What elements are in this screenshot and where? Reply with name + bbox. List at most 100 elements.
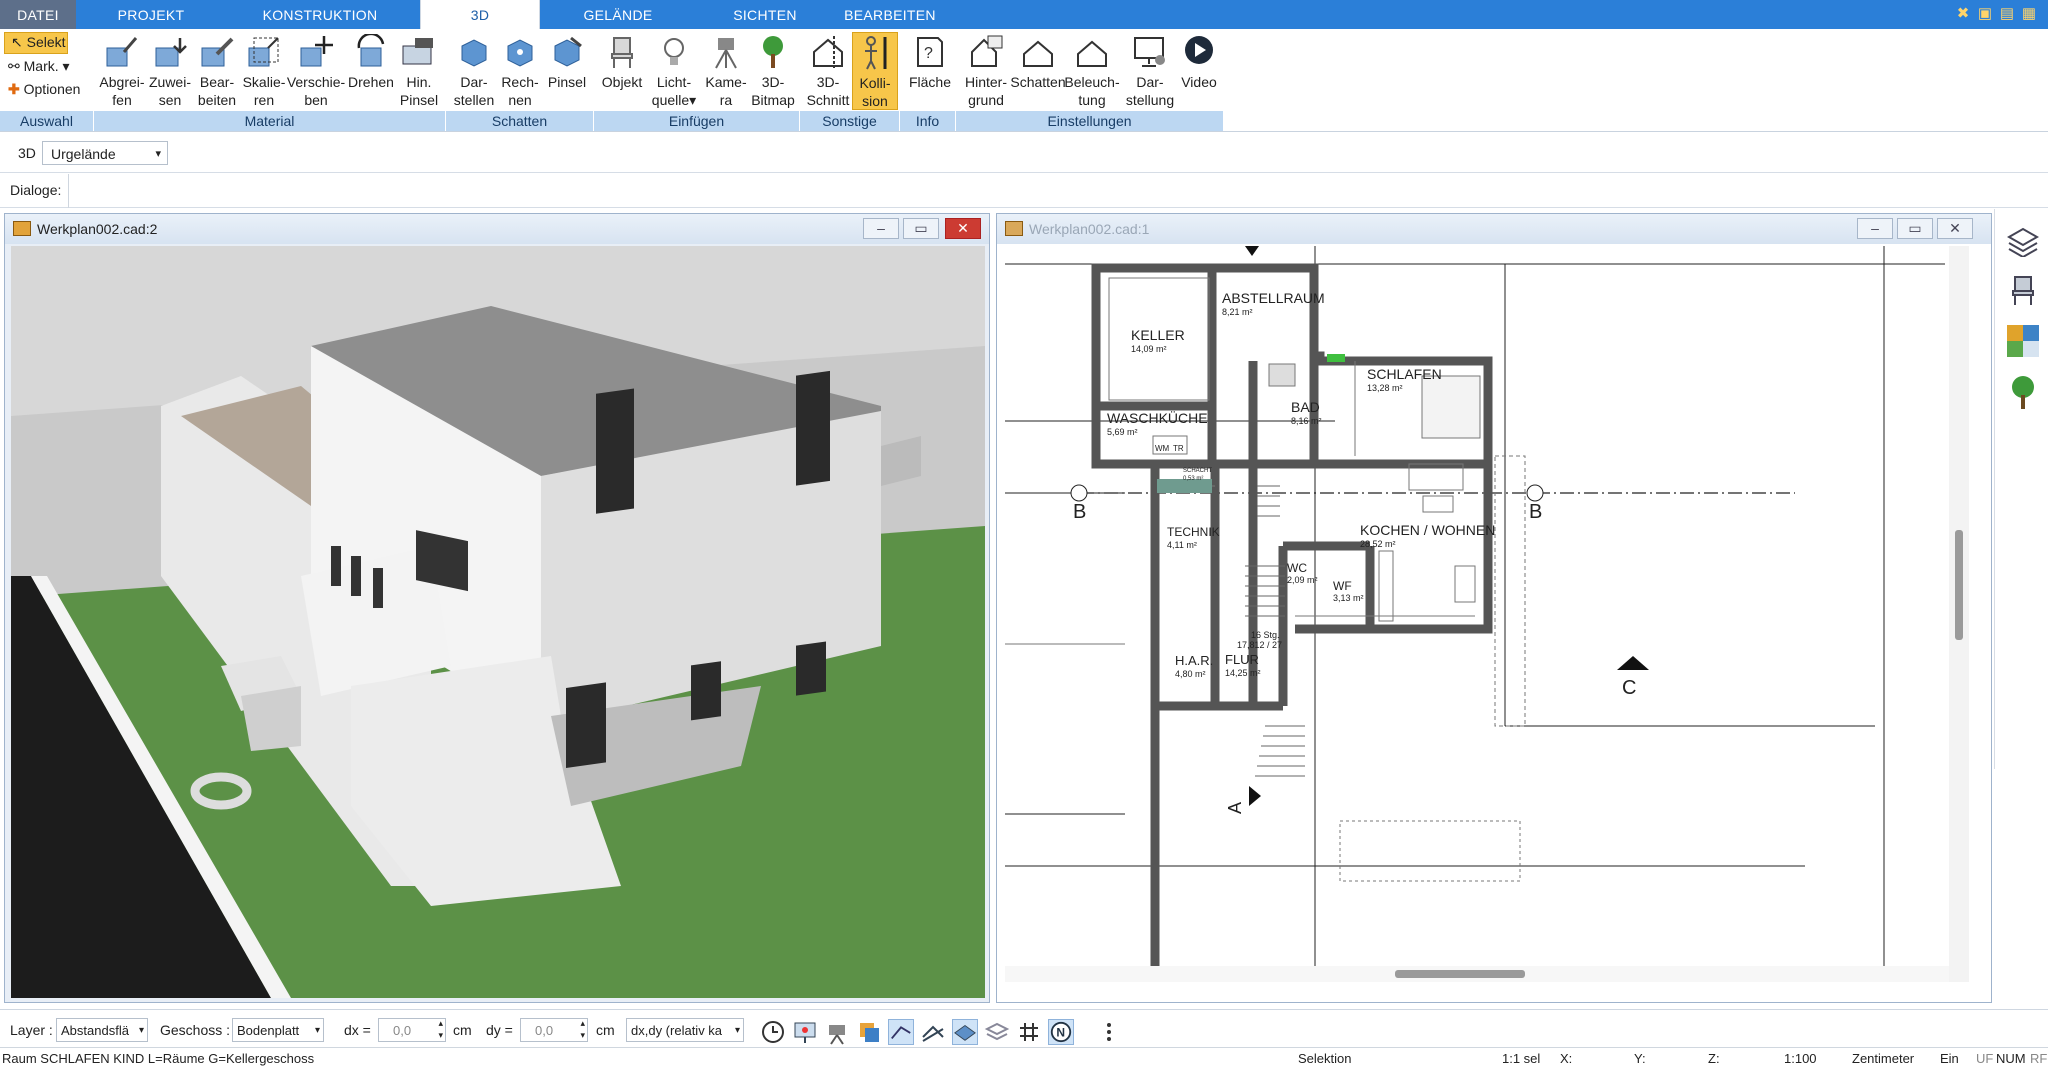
minimize-button[interactable]: – [1857, 218, 1893, 239]
window-titlebar[interactable]: Werkplan002.cad:2 [5, 214, 989, 244]
mark-label: Mark. [23, 58, 59, 74]
tab-3d[interactable]: 3D [420, 0, 540, 29]
coord-mode-dropdown[interactable]: dx,dy (relativ ka ▾ [626, 1018, 744, 1042]
minimize-button[interactable]: – [863, 218, 899, 239]
tab-datei[interactable]: DATEI [0, 0, 76, 29]
status-info: Raum SCHLAFEN KIND L=Räume G=Kellergesch… [2, 1051, 315, 1066]
label-line1: Zuwei- [148, 74, 191, 90]
materials-icon[interactable] [2007, 325, 2039, 357]
chair-icon[interactable] [2009, 275, 2037, 305]
label-line1: Pinsel [547, 74, 587, 90]
schatten-settings-button[interactable]: Schatten [1010, 32, 1066, 110]
snap-angle-icon[interactable] [920, 1019, 946, 1045]
zuweisen-button[interactable]: Zuwei-sen [146, 32, 194, 110]
window-titlebar[interactable]: Werkplan002.cad:1 [997, 214, 1991, 244]
window [796, 641, 826, 696]
objekt-button[interactable]: Objekt [598, 32, 646, 110]
status-num: NUM [1996, 1051, 2026, 1066]
drehen-button[interactable]: Drehen [346, 32, 396, 110]
verschieben-button[interactable]: Verschie-ben [286, 32, 346, 110]
dy-value: 0,0 [535, 1023, 554, 1038]
room-name: BAD [1291, 399, 1320, 415]
kollision-button[interactable]: Kolli-sion [852, 32, 898, 110]
tab-gelaende[interactable]: GELÄNDE [560, 0, 676, 29]
abgreifen-button[interactable]: Abgrei-fen [96, 32, 148, 110]
hin-pinsel-button[interactable]: Hin. Pinsel [396, 32, 442, 110]
dx-input[interactable]: 0,0 ▴ ▾ [378, 1018, 446, 1042]
tools-icon[interactable]: ✖ [1954, 5, 1972, 23]
stepper-icon[interactable]: ▴ ▾ [438, 1017, 443, 1041]
optionen-button[interactable]: ✚ Optionen [8, 80, 80, 98]
skalieren-button[interactable]: Skalie-ren [240, 32, 288, 110]
flaeche-button[interactable]: ? Fläche [906, 32, 954, 110]
window-title: Werkplan002.cad:2 [37, 221, 158, 237]
group-sonstige: Sonstige [800, 111, 900, 131]
tab-projekt[interactable]: PROJEKT [90, 0, 212, 29]
presentation-icon[interactable] [792, 1019, 818, 1045]
play-icon [1185, 36, 1213, 64]
close-icon[interactable]: ▦ [2020, 5, 2038, 23]
window-floor-plan[interactable]: Werkplan002.cad:1 – ▭ ✕ ABSTELLRAUM 8,21… [996, 213, 1992, 1003]
window-3d-view[interactable]: Werkplan002.cad:2 – ▭ ✕ [4, 213, 990, 1003]
close-button[interactable]: ✕ [945, 218, 981, 239]
group-info: Info [900, 111, 956, 131]
snap-line-icon[interactable] [888, 1019, 914, 1045]
darstellen-button[interactable]: Dar-stellen [450, 32, 498, 110]
wm-label: WM [1155, 444, 1170, 453]
maximize-button[interactable]: ▭ [903, 218, 939, 239]
tab-bearbeiten[interactable]: BEARBEITEN [838, 0, 942, 29]
label-line1: Drehen [348, 74, 394, 90]
3d-bitmap-button[interactable]: 3D- Bitmap [748, 32, 798, 110]
svg-text:N: N [1056, 1026, 1065, 1040]
3d-schnitt-button[interactable]: 3D- Schnitt [804, 32, 852, 110]
plan-canvas[interactable]: ABSTELLRAUM 8,21 m² KELLER 14,09 m² SCHL… [1005, 246, 1969, 982]
kamera-button[interactable]: Kame-ra [702, 32, 750, 110]
minimize-icon[interactable]: ▣ [1976, 5, 1994, 23]
dy-input[interactable]: 0,0 ▴ ▾ [520, 1018, 588, 1042]
more-icon[interactable] [1096, 1019, 1122, 1045]
darstellung-button[interactable]: Dar-stellung [1120, 32, 1180, 110]
rechnen-button[interactable]: Rech-nen [498, 32, 542, 110]
object-props-icon[interactable] [856, 1019, 882, 1045]
grid-icon[interactable] [1016, 1019, 1042, 1045]
room-area: 2,09 m² [1287, 575, 1318, 585]
video-button[interactable]: Video [1176, 32, 1222, 110]
restore-icon[interactable]: ▤ [1998, 5, 2016, 23]
label-line2: stellen [453, 92, 495, 108]
status-uf: UF [1976, 1051, 1994, 1066]
schatten-pinsel-button[interactable]: Pinsel [544, 32, 590, 110]
chevron-down-icon: ▾ [734, 1025, 740, 1036]
bearbeiten-button[interactable]: Bear-beiten [192, 32, 242, 110]
clock-icon[interactable] [760, 1019, 786, 1045]
vertical-scroll-thumb[interactable] [1955, 530, 1963, 640]
label-line1: 3D- [761, 74, 785, 90]
plane-icon[interactable] [952, 1019, 978, 1045]
stepper-icon[interactable]: ▴ ▾ [580, 1017, 585, 1041]
tab-sichten[interactable]: SICHTEN [706, 0, 824, 29]
north-icon[interactable]: N [1048, 1019, 1074, 1045]
tab-konstruktion[interactable]: KONSTRUKTION [240, 0, 400, 29]
group-auswahl: Auswahl [0, 111, 94, 131]
terrain-dropdown[interactable]: Urgelände ▾ [42, 141, 168, 165]
dx-label: dx = [344, 1022, 371, 1038]
layers-toggle-icon[interactable] [984, 1019, 1010, 1045]
cad-file-icon [13, 221, 31, 236]
3d-viewport[interactable] [11, 246, 985, 998]
close-button[interactable]: ✕ [1937, 218, 1973, 239]
horizontal-scroll-thumb[interactable] [1395, 970, 1525, 978]
window [691, 661, 721, 721]
layers-icon[interactable] [2007, 225, 2039, 257]
camera-icon[interactable] [824, 1019, 850, 1045]
beleuchtung-button[interactable]: Beleuch-tung [1064, 32, 1120, 110]
maximize-button[interactable]: ▭ [1897, 218, 1933, 239]
lichtquelle-button[interactable]: Licht-quelle▾ [648, 32, 700, 110]
layer-dropdown[interactable]: Abstandsflä ▾ [56, 1018, 148, 1042]
selekt-button[interactable]: ↖ Selekt [4, 32, 68, 54]
geschoss-dropdown[interactable]: Bodenplatt ▾ [232, 1018, 324, 1042]
label-line2: ra [719, 92, 733, 108]
label-line1: Skalie- [242, 74, 286, 90]
hintergrund-button[interactable]: Hinter-grund [960, 32, 1012, 110]
tree-icon[interactable] [2007, 375, 2039, 409]
mark-button[interactable]: ⚯ Mark. ▾ [8, 57, 70, 75]
status-units: Zentimeter [1852, 1051, 1915, 1066]
